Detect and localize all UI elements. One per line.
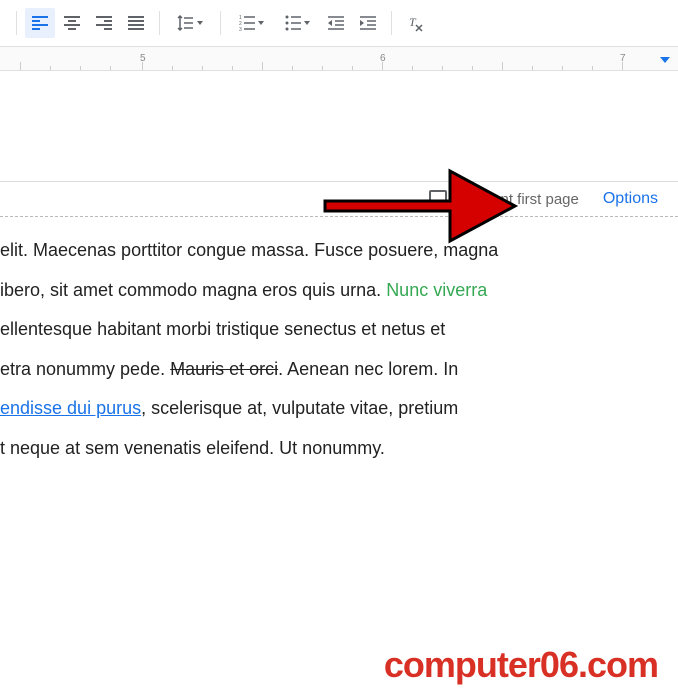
increase-indent-button[interactable] <box>353 8 383 38</box>
svg-text:T: T <box>409 15 417 29</box>
numbered-list-icon: 1 2 3 <box>238 14 256 32</box>
ruler-indent-pointer[interactable] <box>660 57 670 63</box>
separator <box>391 11 392 35</box>
align-right-icon <box>95 14 113 32</box>
strikethrough-text: Mauris et orci <box>170 359 278 379</box>
arrow-annotation <box>320 151 520 256</box>
separator <box>220 11 221 35</box>
document-canvas: Different first page Options elit. Maece… <box>0 71 678 479</box>
chevron-down-icon <box>197 21 203 25</box>
bulleted-list-icon <box>284 14 302 32</box>
align-right-button[interactable] <box>89 8 119 38</box>
numbered-list-button[interactable]: 1 2 3 <box>229 8 273 38</box>
align-center-button[interactable] <box>57 8 87 38</box>
hyperlink[interactable]: endisse dui purus <box>0 398 141 418</box>
decrease-indent-icon <box>327 14 345 32</box>
align-center-icon <box>63 14 81 32</box>
align-justify-button[interactable] <box>121 8 151 38</box>
chevron-down-icon <box>304 21 310 25</box>
align-left-icon <box>31 14 49 32</box>
clear-formatting-button[interactable]: T <box>400 8 430 38</box>
body-line: endisse dui purus, scelerisque at, vulpu… <box>0 389 668 429</box>
increase-indent-icon <box>359 14 377 32</box>
watermark: computer06.com <box>384 644 658 686</box>
separator <box>16 11 17 35</box>
svg-text:3: 3 <box>239 27 242 32</box>
separator <box>159 11 160 35</box>
green-text: Nunc viverra <box>386 280 487 300</box>
body-line: ellentesque habitant morbi tristique sen… <box>0 310 668 350</box>
line-spacing-button[interactable] <box>168 8 212 38</box>
align-left-button[interactable] <box>25 8 55 38</box>
clear-formatting-icon: T <box>406 14 424 32</box>
body-line: ibero, sit amet commodo magna eros quis … <box>0 271 668 311</box>
toolbar: 1 2 3 <box>0 0 678 47</box>
ruler: 5 6 7 <box>0 47 678 71</box>
options-link[interactable]: Options <box>603 190 658 208</box>
decrease-indent-button[interactable] <box>321 8 351 38</box>
document-body[interactable]: elit. Maecenas porttitor congue massa. F… <box>0 217 678 479</box>
body-line: etra nonummy pede. Mauris et orci. Aenea… <box>0 350 668 390</box>
align-justify-icon <box>127 14 145 32</box>
line-spacing-icon <box>177 14 195 32</box>
chevron-down-icon <box>258 21 264 25</box>
bulleted-list-button[interactable] <box>275 8 319 38</box>
align-group <box>25 8 151 38</box>
body-line: t neque at sem venenatis eleifend. Ut no… <box>0 429 668 469</box>
